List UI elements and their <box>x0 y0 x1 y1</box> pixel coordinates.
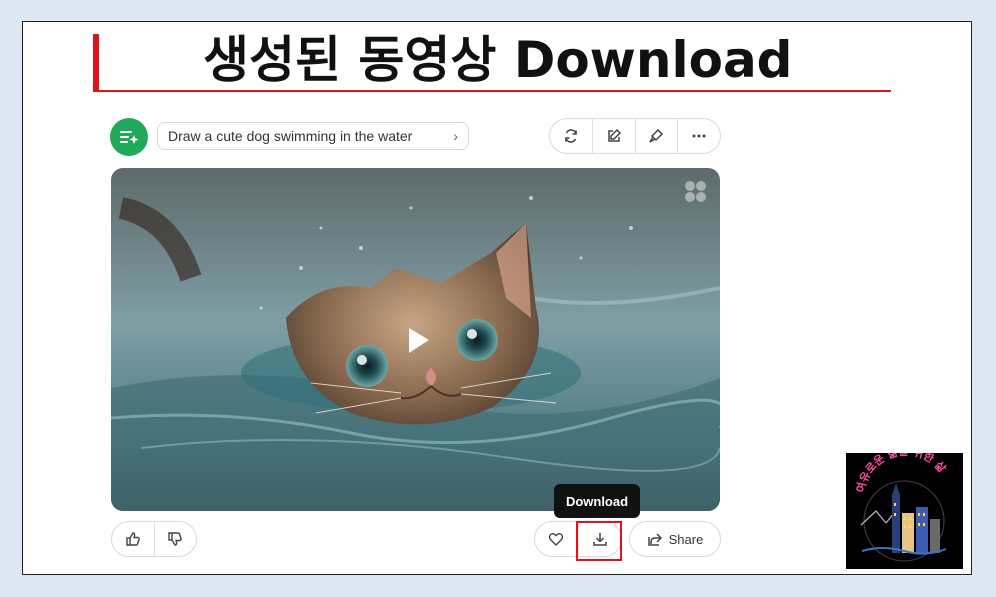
brush-icon <box>649 128 664 143</box>
download-tooltip: Download <box>554 484 640 518</box>
slide: 생성된 동영상 Download Draw a cute dog swimmin… <box>22 21 972 575</box>
share-icon <box>647 533 662 546</box>
prompt-pill[interactable]: Draw a cute dog swimming in the water › <box>157 122 469 150</box>
favorite-button[interactable] <box>535 522 579 556</box>
sparkle-list-icon <box>110 118 148 156</box>
edit-icon <box>607 128 621 142</box>
brush-button[interactable] <box>636 119 679 153</box>
download-icon <box>593 533 607 546</box>
heart-icon <box>549 533 564 546</box>
page-title: 생성된 동영상 Download <box>203 31 793 89</box>
toolbar <box>549 118 721 154</box>
share-button[interactable]: Share <box>629 521 721 557</box>
logo-text: 여유로운 삶을 위한 삶 <box>853 445 949 494</box>
regenerate-button[interactable] <box>550 119 593 153</box>
edit-button[interactable] <box>593 119 636 153</box>
refresh-icon <box>565 129 577 143</box>
chevron-right-icon: › <box>453 128 458 144</box>
download-button[interactable] <box>579 522 622 556</box>
thumbs-up-icon <box>126 532 140 546</box>
thumbs-down-icon <box>168 532 183 546</box>
prompt-text: Draw a cute dog swimming in the water <box>168 128 413 144</box>
svg-text:여유로운 삶을 위한 삶: 여유로운 삶을 위한 삶 <box>853 453 949 494</box>
share-label: Share <box>668 531 704 547</box>
feedback-group <box>111 521 197 557</box>
like-button[interactable] <box>112 522 155 556</box>
video-preview[interactable] <box>111 168 720 511</box>
more-button[interactable] <box>678 119 720 153</box>
dislike-button[interactable] <box>155 522 197 556</box>
action-group <box>534 521 622 557</box>
channel-logo: 여유로운 삶을 위한 삶 <box>846 445 963 569</box>
more-icon <box>692 134 706 138</box>
title-accent-bar <box>93 34 99 92</box>
title-underline <box>93 90 891 92</box>
